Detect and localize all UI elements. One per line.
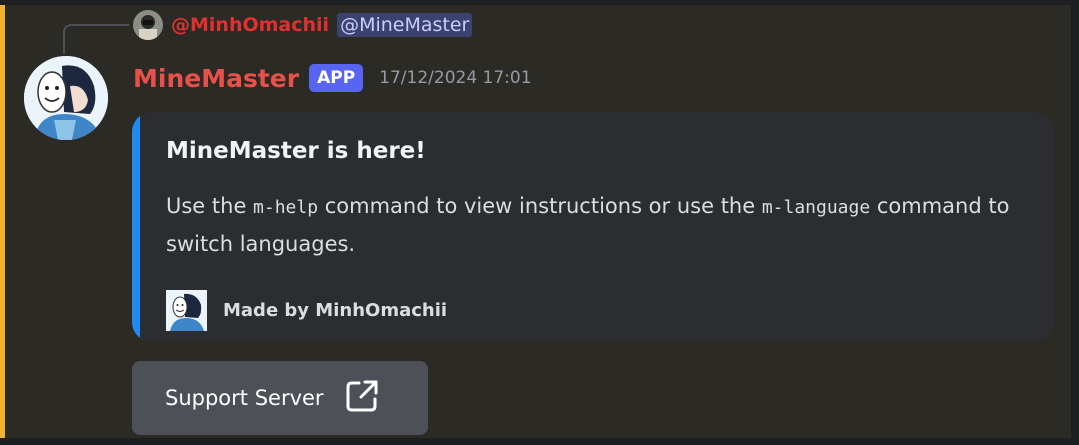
footer-avatar [166,290,207,331]
inline-code-language: m-language [761,197,871,218]
mention-highlight-bar [0,5,5,438]
embed-accent-bar [132,112,140,342]
embed-description: Use the m-help command to view instructi… [166,188,1026,262]
message-header: MineMaster APP 17/12/2024 17:01 [133,58,532,98]
external-link-icon [344,378,380,419]
username[interactable]: MineMaster [133,64,299,93]
discord-frame: @MinhOmachii @MineMaster MineMaster APP … [0,0,1079,445]
footer-text: Made by MinhOmachii [223,300,448,321]
reply-connector [63,24,129,54]
reply-author[interactable]: @MinhOmachii [171,14,329,36]
embed-footer: Made by MinhOmachii [166,290,447,331]
support-server-button[interactable]: Support Server [132,361,428,435]
embed-title: MineMaster is here! [166,138,426,164]
reply-avatar[interactable] [133,10,163,40]
inline-code-help: m-help [253,197,319,218]
author-avatar[interactable] [24,56,108,140]
embed-desc-text: command to view instructions or use the [318,194,762,218]
reply-preview[interactable]: @MinhOmachii @MineMaster [133,9,473,41]
support-server-label: Support Server [165,386,324,410]
embed-desc-text: Use the [166,194,254,218]
timestamp[interactable]: 17/12/2024 17:01 [379,68,531,88]
message-container: @MinhOmachii @MineMaster MineMaster APP … [0,5,1071,438]
embed-card: MineMaster is here! Use the m-help comma… [132,112,1054,342]
reply-mention[interactable]: @MineMaster [337,13,473,37]
app-badge: APP [309,64,364,92]
